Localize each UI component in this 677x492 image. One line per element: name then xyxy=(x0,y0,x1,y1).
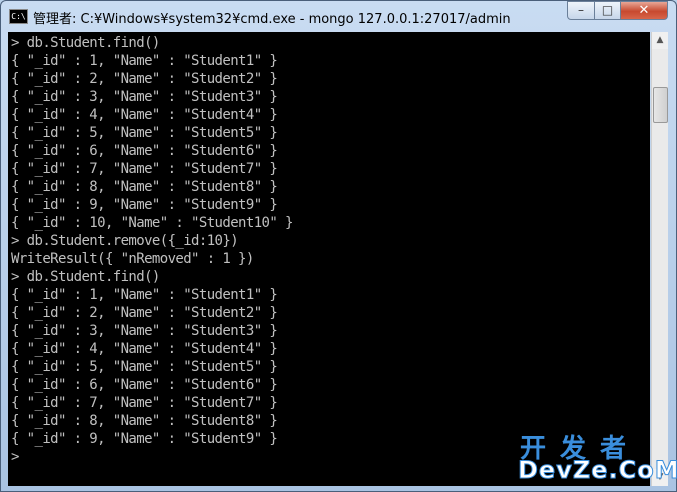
console-line: { "_id" : 9, "Name" : "Student9" } xyxy=(11,431,278,447)
console-line: { "_id" : 5, "Name" : "Student5" } xyxy=(11,125,278,141)
console-line: > xyxy=(11,449,19,465)
console-line: { "_id" : 9, "Name" : "Student9" } xyxy=(11,197,278,213)
console-line: { "_id" : 10, "Name" : "Student10" } xyxy=(11,215,293,231)
console-line: { "_id" : 5, "Name" : "Student5" } xyxy=(11,359,278,375)
scroll-up-button[interactable]: ▲ xyxy=(652,32,668,49)
console-line: { "_id" : 8, "Name" : "Student8" } xyxy=(11,413,278,429)
console-line: { "_id" : 1, "Name" : "Student1" } xyxy=(11,53,278,69)
console-line: WriteResult({ "nRemoved" : 1 }) xyxy=(11,251,254,267)
minimize-button[interactable]: – xyxy=(567,1,595,20)
console-line: { "_id" : 4, "Name" : "Student4" } xyxy=(11,341,278,357)
console-line: { "_id" : 3, "Name" : "Student3" } xyxy=(11,323,278,339)
maximize-button[interactable]: □ xyxy=(594,1,621,20)
console-line: { "_id" : 4, "Name" : "Student4" } xyxy=(11,107,278,123)
console-lines: > db.Student.find() { "_id" : 1, "Name" :… xyxy=(11,34,293,466)
console-line: { "_id" : 6, "Name" : "Student6" } xyxy=(11,143,278,159)
window-title: 管理者: C:¥Windows¥system32¥cmd.exe - mongo… xyxy=(33,12,511,27)
console-line: { "_id" : 2, "Name" : "Student2" } xyxy=(11,71,278,87)
scroll-thumb[interactable] xyxy=(653,87,668,123)
devze-watermark-logo: 开发者 DevZe.CoM xyxy=(518,428,677,485)
vertical-scrollbar[interactable]: ▲ ▼ xyxy=(651,32,668,486)
console-line: { "_id" : 8, "Name" : "Student8" } xyxy=(11,179,278,195)
console-line: { "_id" : 7, "Name" : "Student7" } xyxy=(11,161,278,177)
close-button[interactable]: ✕ xyxy=(620,1,668,20)
console-line: > db.Student.find() xyxy=(11,35,160,51)
console-line: { "_id" : 3, "Name" : "Student3" } xyxy=(11,89,278,105)
console-line: { "_id" : 7, "Name" : "Student7" } xyxy=(11,395,278,411)
cmd-window: C:\ 管理者: C:¥Windows¥system32¥cmd.exe - m… xyxy=(0,0,677,492)
console-line: { "_id" : 1, "Name" : "Student1" } xyxy=(11,287,278,303)
watermark-latin-text: DevZe.CoM xyxy=(518,456,677,485)
console-line: { "_id" : 6, "Name" : "Student6" } xyxy=(11,377,278,393)
console-output[interactable]: > db.Student.find() { "_id" : 1, "Name" :… xyxy=(8,32,650,486)
console-line: { "_id" : 2, "Name" : "Student2" } xyxy=(11,305,278,321)
console-line: > db.Student.find() xyxy=(11,269,160,285)
cmd-app-icon[interactable]: C:\ xyxy=(9,9,28,24)
console-line: > db.Student.remove({_id:10}) xyxy=(11,233,239,249)
title-bar[interactable]: C:\ 管理者: C:¥Windows¥system32¥cmd.exe - m… xyxy=(1,1,676,31)
